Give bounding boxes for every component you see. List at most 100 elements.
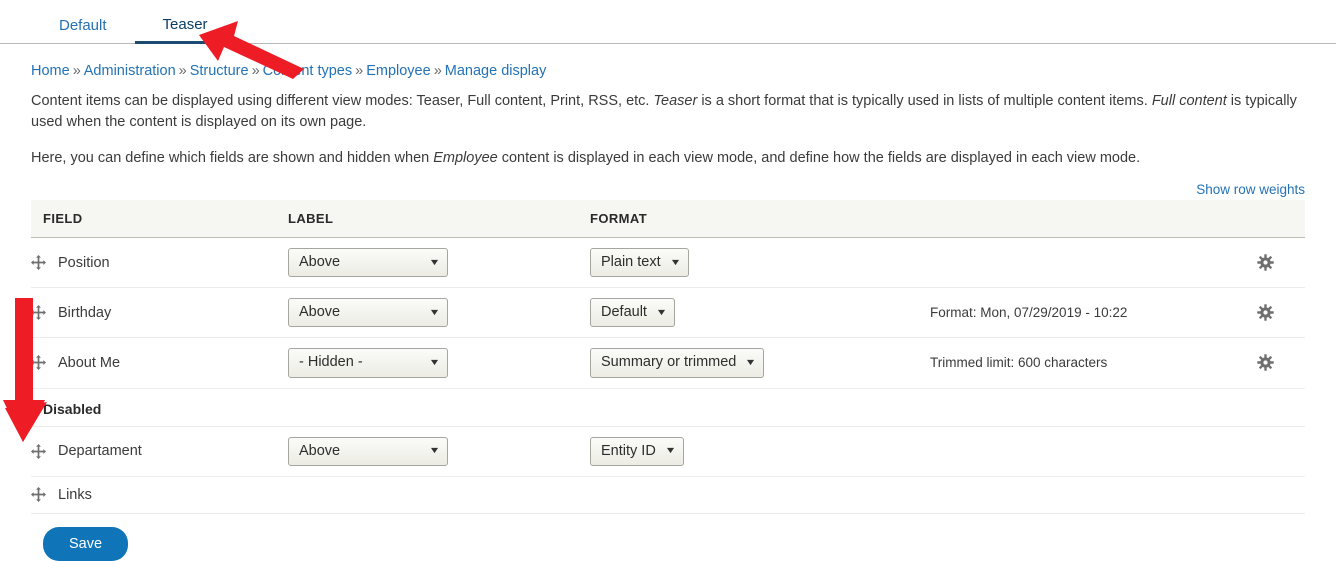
- chevron-down-icon: ▼: [428, 356, 441, 367]
- field-cell: Birthday: [31, 287, 288, 339]
- settings-summary-cell: [930, 237, 1235, 289]
- desc-text: content is displayed in each view mode, …: [497, 149, 1141, 166]
- drag-move-icon[interactable]: [31, 487, 46, 503]
- table-row: Links: [31, 476, 1305, 514]
- breadcrumb-separator: »: [355, 63, 364, 79]
- manage-display-table: FIELD LABEL FORMAT Position Above ▼ Plain t…: [31, 200, 1305, 514]
- settings-edit-cell: [1235, 237, 1305, 289]
- field-name-label: Departament: [58, 443, 142, 460]
- table-region-row-disabled: Disabled: [31, 388, 1305, 427]
- field-cell: Departament: [31, 426, 288, 477]
- table-row: Birthday Above ▼ Default ▼ Format: Mon, 07/29…: [31, 287, 1305, 339]
- drag-move-icon[interactable]: [31, 355, 46, 371]
- label-select-value: Above: [299, 254, 341, 271]
- label-select[interactable]: - Hidden - ▼: [288, 348, 448, 378]
- field-name-label: About Me: [58, 354, 121, 371]
- field-name-label: Links: [58, 486, 92, 503]
- settings-edit-cell: [1235, 476, 1305, 514]
- breadcrumb-item-manage-display[interactable]: Manage display: [445, 63, 547, 79]
- format-cell: Plain text ▼: [590, 237, 930, 289]
- breadcrumb-separator: »: [178, 63, 187, 79]
- drag-move-icon[interactable]: [31, 305, 46, 321]
- table-row: Departament Above ▼ Entity ID ▼: [31, 426, 1305, 477]
- label-select-value: Above: [299, 442, 341, 459]
- chevron-down-icon: ▼: [664, 445, 677, 456]
- breadcrumb-item-structure[interactable]: Structure: [190, 63, 249, 79]
- column-header-gear: [1235, 200, 1305, 239]
- format-select[interactable]: Plain text ▼: [590, 248, 689, 278]
- tab-default[interactable]: Default: [31, 18, 135, 44]
- breadcrumb: Home» Administration» Structure» Content ty…: [31, 63, 1305, 80]
- fields-description: Here, you can define which fields are sh…: [31, 148, 1305, 169]
- label-select[interactable]: Above ▼: [288, 248, 448, 278]
- settings-summary-cell: [930, 476, 1235, 514]
- view-mode-tabs: Default Teaser: [0, 0, 1336, 44]
- format-select-value: Plain text: [601, 254, 661, 271]
- show-row-weights-bar: Show row weights: [31, 181, 1305, 197]
- column-header-settings: [930, 200, 1235, 239]
- desc-text: is a short format that is typically used…: [697, 93, 1152, 110]
- table-row: About Me - Hidden - ▼ Summary or trimmed ▼ Tr…: [31, 337, 1305, 389]
- breadcrumb-separator: »: [433, 63, 442, 79]
- settings-edit-cell: [1235, 287, 1305, 339]
- chevron-down-icon: ▼: [669, 256, 682, 267]
- column-header-field: FIELD: [31, 200, 288, 239]
- label-cell: [288, 476, 590, 514]
- desc-text: Content items can be displayed using dif…: [31, 93, 654, 110]
- label-cell: Above ▼: [288, 237, 590, 289]
- drag-move-icon[interactable]: [31, 443, 46, 459]
- desc-emphasis-teaser: Teaser: [653, 93, 698, 110]
- gear-icon[interactable]: [1256, 304, 1274, 322]
- format-select-value: Entity ID: [601, 442, 656, 459]
- show-row-weights-link[interactable]: Show row weights: [1196, 182, 1305, 197]
- settings-summary: Format: Mon, 07/29/2019 - 10:22: [930, 304, 1128, 320]
- column-header-format: FORMAT: [590, 200, 930, 239]
- label-cell: - Hidden - ▼: [288, 337, 590, 389]
- drag-move-icon[interactable]: [31, 255, 46, 271]
- column-header-label: LABEL: [288, 200, 590, 239]
- format-select[interactable]: Summary or trimmed ▼: [590, 348, 765, 378]
- table-body: Position Above ▼ Plain text ▼ Birthday Above ▼ D…: [31, 237, 1305, 514]
- region-title: Disabled: [31, 388, 1305, 427]
- breadcrumb-item-content-types[interactable]: Content types: [263, 63, 352, 79]
- field-name-label: Position: [58, 254, 110, 271]
- chevron-down-icon: ▼: [744, 356, 757, 367]
- table-row: Position Above ▼ Plain text ▼: [31, 237, 1305, 289]
- page-content: Home» Administration» Structure» Content ty…: [0, 63, 1336, 514]
- save-button[interactable]: Save: [43, 526, 129, 561]
- table-header-row: FIELD LABEL FORMAT: [31, 200, 1305, 239]
- form-actions: Save: [0, 514, 1336, 561]
- format-cell: [590, 476, 930, 514]
- view-modes-description: Content items can be displayed using dif…: [31, 91, 1305, 132]
- breadcrumb-item-employee[interactable]: Employee: [366, 63, 430, 79]
- field-cell: Position: [31, 237, 288, 289]
- tab-teaser[interactable]: Teaser: [134, 17, 236, 44]
- label-cell: Above ▼: [288, 426, 590, 477]
- breadcrumb-item-home[interactable]: Home: [31, 63, 70, 79]
- label-select-value: - Hidden -: [299, 354, 363, 371]
- settings-summary-cell: [930, 426, 1235, 477]
- label-select[interactable]: Above ▼: [288, 298, 448, 328]
- format-cell: Entity ID ▼: [590, 426, 930, 477]
- field-name-label: Birthday: [58, 304, 112, 321]
- breadcrumb-separator: »: [251, 63, 260, 79]
- chevron-down-icon: ▼: [655, 306, 668, 317]
- format-select-value: Default: [601, 304, 647, 321]
- format-select[interactable]: Entity ID ▼: [590, 436, 684, 466]
- format-select-value: Summary or trimmed: [601, 354, 737, 371]
- gear-icon[interactable]: [1256, 354, 1274, 372]
- label-select[interactable]: Above ▼: [288, 436, 448, 466]
- settings-summary: Trimmed limit: 600 characters: [930, 354, 1108, 370]
- settings-edit-cell: [1235, 426, 1305, 477]
- format-select[interactable]: Default ▼: [590, 298, 675, 328]
- field-cell: About Me: [31, 337, 288, 389]
- breadcrumb-separator: »: [72, 63, 81, 79]
- table-head: FIELD LABEL FORMAT: [31, 200, 1305, 239]
- settings-edit-cell: [1235, 337, 1305, 389]
- field-cell: Links: [31, 476, 288, 514]
- desc-emphasis-full-content: Full content: [1151, 93, 1227, 110]
- chevron-down-icon: ▼: [428, 445, 441, 456]
- settings-summary-cell: Trimmed limit: 600 characters: [930, 337, 1235, 389]
- gear-icon[interactable]: [1256, 254, 1274, 271]
- breadcrumb-item-administration[interactable]: Administration: [84, 63, 176, 79]
